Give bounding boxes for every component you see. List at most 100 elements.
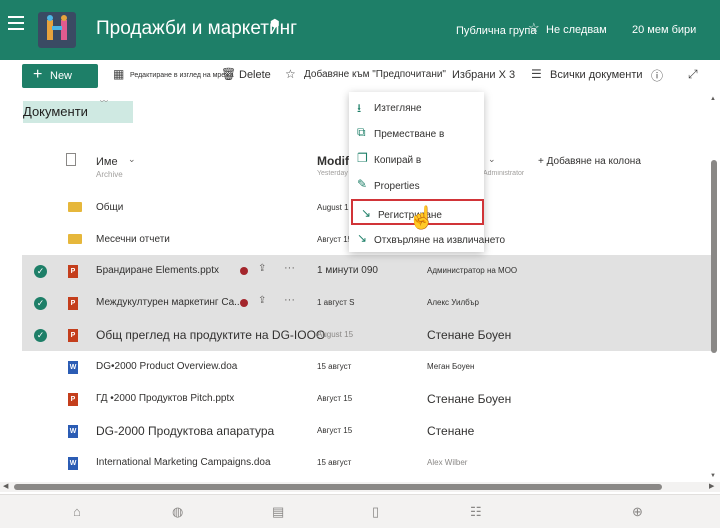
modified-by: Меган Боуен xyxy=(427,362,475,371)
modified-date: August 15 xyxy=(317,330,354,339)
plus-icon: + xyxy=(33,66,43,83)
scrollbar-thumb[interactable] xyxy=(711,160,717,353)
error-icon xyxy=(240,299,248,307)
view-options-icon: ☰ xyxy=(531,67,542,81)
modified-date: 1 минути 090 xyxy=(317,265,378,276)
list-item[interactable]: ✓ P Междукултурен маркетинг Ca... ⇪ ··· … xyxy=(22,287,712,319)
column-modified[interactable]: Modifi xyxy=(317,154,352,168)
expand-icon[interactable]: ⤢ xyxy=(688,67,698,82)
word-icon: W xyxy=(68,425,78,438)
globe-icon[interactable]: ◍ xyxy=(172,504,183,520)
chevron-down-icon[interactable]: ⌄ xyxy=(488,154,496,165)
error-icon xyxy=(240,267,248,275)
file-name[interactable]: Междукултурен маркетинг Ca... xyxy=(96,297,242,308)
file-name[interactable]: DG-2000 Продуктова апаратура xyxy=(96,424,274,438)
modified-by: Администратор на МОО xyxy=(427,266,518,275)
modified-date: 15 август xyxy=(317,458,352,467)
list-icon[interactable]: ☷ xyxy=(470,504,482,520)
vertical-scrollbar[interactable]: ▲ ▼ xyxy=(710,96,718,481)
scroll-up-icon[interactable]: ▲ xyxy=(710,96,716,102)
horizontal-scrollbar[interactable]: ◀ ▶ xyxy=(0,482,720,492)
more-icon[interactable]: ··· xyxy=(284,294,295,306)
word-icon: W xyxy=(68,457,78,470)
delete-button[interactable]: Delete xyxy=(239,69,271,81)
members-button[interactable]: 20 мем бири xyxy=(632,24,696,36)
star-icon: ☆ xyxy=(285,67,296,81)
add-column-button[interactable]: + Добавяне на колона xyxy=(538,156,641,167)
edit-grid-button[interactable]: Редактиране в изглед на мрежа xyxy=(130,72,234,79)
file-name[interactable]: Брандиране Elements.pptx xyxy=(96,265,219,276)
hamburger-menu-icon[interactable] xyxy=(8,16,24,30)
modified-by: Стенане xyxy=(427,424,475,438)
menu-item-properties[interactable]: ✎ Properties xyxy=(349,172,484,198)
add-icon[interactable]: ⊕ xyxy=(632,504,643,520)
modified-by: Стенане Боуен xyxy=(427,392,512,406)
modified-date: 15 август xyxy=(317,362,352,371)
site-logo[interactable] xyxy=(38,12,76,48)
file-type-icon xyxy=(66,153,76,166)
grid-icon: ▦ xyxy=(113,67,125,81)
powerpoint-icon: P xyxy=(68,329,78,342)
more-icon[interactable]: ··· xyxy=(284,262,295,274)
group-type-label: Публична група xyxy=(456,25,537,37)
list-item[interactable]: ✓ P Общ преглед на продуктите на DG-IOOO… xyxy=(22,319,712,351)
file-name[interactable]: International Marketing Campaigns.doa xyxy=(96,457,271,468)
list-item[interactable]: W International Marketing Campaigns.doa … xyxy=(22,447,712,479)
checkmark-icon[interactable]: ✓ xyxy=(34,329,47,342)
modified-date: Август 15 xyxy=(317,235,353,244)
file-name[interactable]: ГД •2000 Продуктов Pitch.pptx xyxy=(96,393,234,404)
new-button[interactable]: + New xyxy=(22,64,98,88)
ghost-row-name: Archive xyxy=(96,170,123,178)
powerpoint-icon: P xyxy=(68,393,78,406)
move-icon: ⧉ xyxy=(357,125,366,139)
menu-item-copy[interactable]: ❐ Копирай в xyxy=(349,146,484,172)
scroll-right-icon[interactable]: ▶ xyxy=(709,482,714,490)
column-name[interactable]: Име xyxy=(96,156,118,168)
library-title[interactable]: Документи xyxy=(23,101,133,123)
bottom-navigation: ⌂ ◍ ▤ ▯ ☷ ⊕ xyxy=(0,494,720,528)
chevron-down-icon[interactable]: ⌄ xyxy=(128,154,136,165)
share-icon[interactable]: ⇪ xyxy=(258,263,266,274)
all-documents-button[interactable]: Всички документи xyxy=(550,69,643,81)
powerpoint-icon: P xyxy=(68,297,78,310)
list-item[interactable]: P ГД •2000 Продуктов Pitch.pptx Август 1… xyxy=(22,383,712,415)
modified-by: Алекс Уилбър xyxy=(427,298,479,307)
favorites-button[interactable]: Избрани Х 3 xyxy=(452,69,515,81)
copy-icon: ❐ xyxy=(357,151,368,165)
checkmark-icon[interactable]: ✓ xyxy=(34,297,47,310)
menu-item-download[interactable]: ⭳ Изтегляне xyxy=(349,94,484,120)
ghost-row-modified: Yesterday xyxy=(317,170,348,177)
modified-date: Август 15 xyxy=(317,426,353,435)
news-icon[interactable]: ▤ xyxy=(272,504,284,520)
file-name[interactable]: Месечни отчети xyxy=(96,234,170,245)
follow-star-icon[interactable]: ☆ xyxy=(528,20,540,36)
menu-item-move[interactable]: ⧉ Преместване в xyxy=(349,120,484,146)
add-favorites-button[interactable]: Добавяне към "Предпочитани" xyxy=(304,69,446,80)
share-icon[interactable]: ⇪ xyxy=(258,295,266,306)
file-name[interactable]: Общ преглед на продуктите на DG-IOOO xyxy=(96,328,325,342)
site-header: Продажби и маркетинг ⬢ Публична група ☆ … xyxy=(0,0,720,60)
list-item[interactable]: W DG-2000 Продуктова апаратура Август 15… xyxy=(22,415,712,447)
scroll-down-icon[interactable]: ▼ xyxy=(710,473,716,479)
checkin-icon: ↘ xyxy=(361,206,372,220)
hand-cursor-icon: ☝ xyxy=(408,205,436,230)
site-title[interactable]: Продажби и маркетинг xyxy=(96,18,297,40)
trash-icon: 🗑 xyxy=(221,67,237,81)
file-name[interactable]: DG•2000 Product Overview.doa xyxy=(96,361,237,372)
teams-icon[interactable]: ⬢ xyxy=(270,17,280,30)
list-item[interactable]: ✓ P Брандиране Elements.pptx ⇪ ··· 1 мин… xyxy=(22,255,712,287)
follow-button[interactable]: Не следвам xyxy=(546,24,607,36)
info-icon[interactable]: ⓘ xyxy=(651,67,663,84)
modified-date: Август 15 xyxy=(317,394,353,403)
checkmark-icon[interactable]: ✓ xyxy=(34,265,47,278)
list-item[interactable]: W DG•2000 Product Overview.doa 15 август… xyxy=(22,351,712,383)
modified-by: Стенане Боуен xyxy=(427,328,512,342)
scrollbar-thumb[interactable] xyxy=(14,484,662,490)
file-icon[interactable]: ▯ xyxy=(372,504,379,520)
discard-checkout-icon: ↘ xyxy=(357,231,368,245)
scroll-left-icon[interactable]: ◀ xyxy=(3,482,8,490)
home-icon[interactable]: ⌂ xyxy=(73,504,81,519)
powerpoint-icon: P xyxy=(68,265,78,278)
file-name[interactable]: Общи xyxy=(96,202,123,213)
folder-icon xyxy=(68,234,82,244)
